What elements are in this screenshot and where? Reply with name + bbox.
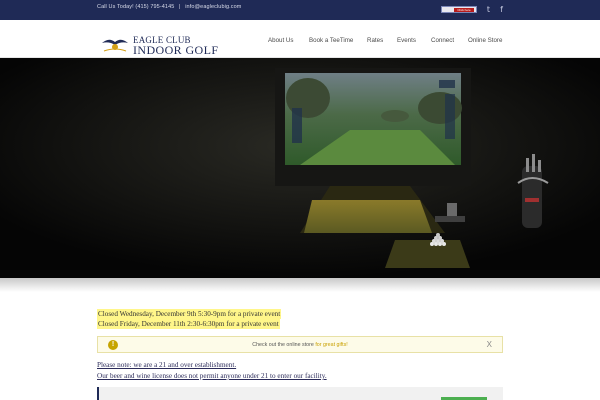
close-icon[interactable]: X [487,340,492,349]
facebook-icon[interactable]: f [497,5,506,14]
closure-notice-1: Closed Wednesday, December 9th 5:30-9pm … [97,309,282,319]
hero-image [0,58,600,278]
hero-shadow [0,278,600,292]
contact-info: Call Us Today! (415) 795-4145 | info@eag… [97,4,241,10]
separator: | [179,4,181,10]
site-logo[interactable]: EAGLE CLUB INDOOR GOLF [101,34,231,57]
gifts-link[interactable]: for great gifts! [315,342,347,348]
logo-line-2: INDOOR GOLF [133,43,219,57]
twitter-icon[interactable]: t [484,5,493,14]
content-box [97,387,503,400]
alert-banner: ! Check out the online store for great g… [97,336,503,353]
nav-online-store[interactable]: Online Store [468,37,502,44]
nav-events[interactable]: Events [397,37,416,44]
golf-simulator-illustration [0,58,600,278]
email-link[interactable]: info@eagleclubig.com [185,4,241,10]
nav-book-teetime[interactable]: Book a TeeTime [309,37,353,44]
nav-about-us[interactable]: About Us [268,37,293,44]
closure-notice-2: Closed Friday, December 11th 2:30-6:30pm… [97,319,280,329]
top-bar: Call Us Today! (415) 795-4145 | info@eag… [0,0,600,20]
age-note-line-2: Our beer and wine license does not permi… [97,372,327,380]
nav-connect[interactable]: Connect [431,37,454,44]
alert-message: Check out the online store for great gif… [98,342,502,348]
phone-text: Call Us Today! (415) 795-4145 [97,4,175,10]
alert-text: Check out the online store [252,342,314,348]
site-header: EAGLE CLUB INDOOR GOLF About Us Book a T… [0,20,600,58]
eagle-emblem-icon [102,39,128,52]
age-note-line-1: Please note: we are a 21 and over establ… [97,361,237,369]
flag-banner[interactable]: Click here [441,6,477,13]
flag-label: Click here [454,8,474,12]
nav-rates[interactable]: Rates [367,37,383,44]
